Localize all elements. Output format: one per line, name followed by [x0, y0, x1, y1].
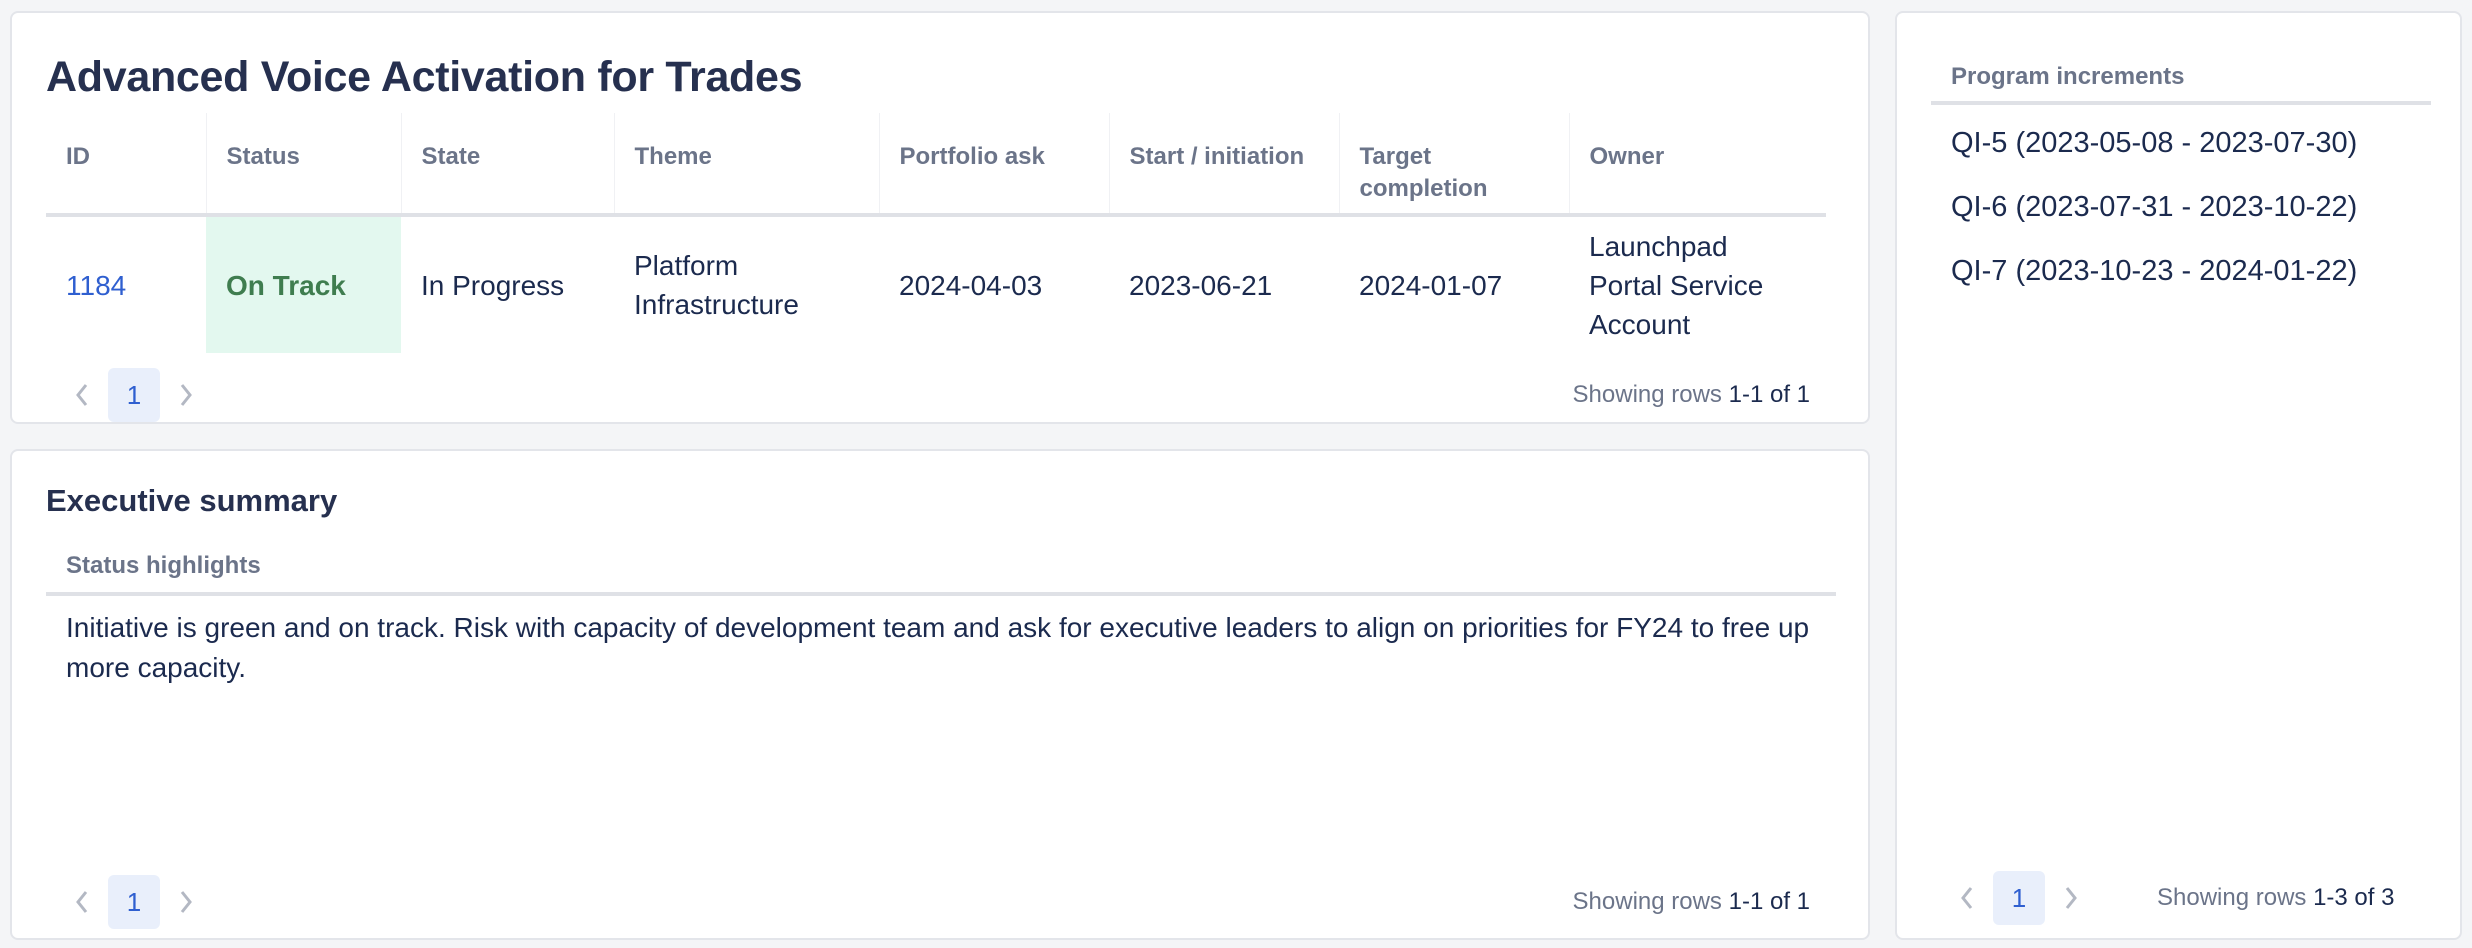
status-highlights-table: Status highlights Initiative is green an…	[46, 546, 1836, 688]
initiative-card: Advanced Voice Activation for Trades ID …	[10, 11, 1870, 424]
column-header-status-highlights[interactable]: Status highlights	[46, 546, 1836, 596]
theme-cell: Platform Infrastructure	[634, 250, 799, 320]
chevron-left-icon[interactable]	[1941, 872, 1993, 924]
rows-count: Showing rows 1-1 of 1	[1573, 381, 1810, 409]
column-header-target[interactable]: Target completion	[1338, 113, 1569, 217]
owner-cell: Launchpad Portal Service Account	[1589, 230, 1764, 340]
rows-range: 1-1 of 1	[1728, 888, 1810, 915]
column-header-status[interactable]: Status	[205, 113, 401, 217]
column-header-id[interactable]: ID	[46, 113, 206, 217]
pagination: 1	[1941, 871, 2097, 925]
page-button-1[interactable]: 1	[1993, 871, 2045, 925]
chevron-right-icon[interactable]	[2045, 872, 2097, 924]
table-header-row: ID Status State Theme Portfolio ask Star…	[46, 113, 1826, 217]
initiative-title: Advanced Voice Activation for Trades	[46, 53, 803, 101]
rows-count: Showing rows 1-1 of 1	[1573, 888, 1810, 916]
rows-range: 1-1 of 1	[1728, 381, 1810, 408]
rows-range: 1-3 of 3	[2313, 884, 2395, 911]
chevron-left-icon[interactable]	[56, 876, 108, 928]
chevron-right-icon[interactable]	[160, 369, 212, 421]
column-header-owner[interactable]: Owner	[1568, 113, 1826, 217]
portfolio-ask-cell: 2024-04-03	[899, 269, 1043, 301]
list-item: QI-6 (2023-07-31 - 2023-10-22)	[1951, 191, 2358, 223]
program-increments-table: Program increments QI-5 (2023-05-08 - 20…	[1931, 55, 2431, 303]
rows-label: Showing rows	[1572, 888, 1722, 915]
start-cell: 2023-06-21	[1129, 269, 1273, 301]
status-badge: On Track	[206, 215, 401, 353]
rows-label: Showing rows	[1572, 381, 1722, 408]
pagination: 1	[56, 368, 212, 422]
rows-label: Showing rows	[2157, 884, 2307, 911]
initiative-id-link[interactable]: 1184	[46, 215, 206, 353]
state-cell: In Progress	[421, 269, 565, 301]
initiative-table: ID Status State Theme Portfolio ask Star…	[46, 113, 1826, 353]
summary-title: Executive summary	[46, 483, 338, 518]
column-header-portfolio-ask[interactable]: Portfolio ask	[878, 113, 1109, 217]
column-header-state[interactable]: State	[400, 113, 614, 217]
rows-count: Showing rows 1-3 of 3	[2157, 884, 2394, 912]
column-header-program-increments[interactable]: Program increments	[1931, 55, 2431, 105]
page-button-1[interactable]: 1	[108, 368, 160, 422]
table-row: 1184 On Track In Progress Platform Infra…	[46, 215, 1826, 353]
chevron-left-icon[interactable]	[56, 369, 108, 421]
list-item: QI-7 (2023-10-23 - 2024-01-22)	[1951, 255, 2358, 287]
executive-summary-card: Executive summary Status highlights Init…	[10, 449, 1870, 940]
column-header-start[interactable]: Start / initiation	[1108, 113, 1339, 217]
list-item: QI-5 (2023-05-08 - 2023-07-30)	[1951, 127, 2358, 159]
column-header-theme[interactable]: Theme	[613, 113, 879, 217]
status-highlights-text: Initiative is green and on track. Risk w…	[66, 612, 1810, 683]
target-cell: 2024-01-07	[1359, 269, 1503, 301]
chevron-right-icon[interactable]	[160, 876, 212, 928]
increments-list: QI-5 (2023-05-08 - 2023-07-30) QI-6 (202…	[1931, 105, 2431, 303]
program-increments-card: Program increments QI-5 (2023-05-08 - 20…	[1895, 11, 2462, 940]
pagination: 1	[56, 875, 212, 929]
page-button-1[interactable]: 1	[108, 875, 160, 929]
